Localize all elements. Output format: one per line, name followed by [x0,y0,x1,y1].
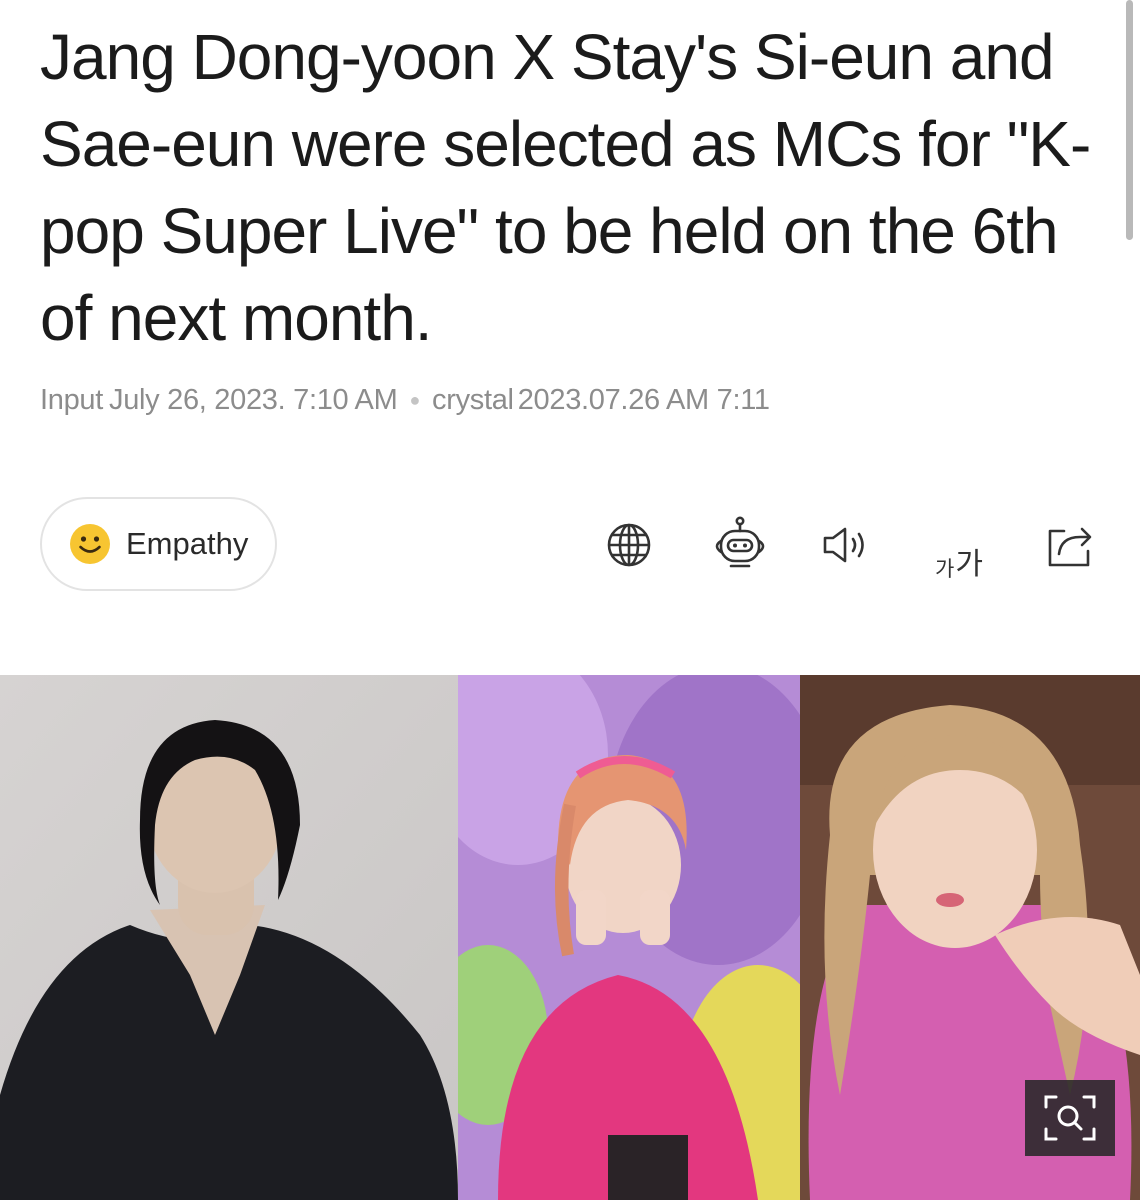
listen-button[interactable] [818,515,876,575]
magnify-icon [1044,1095,1096,1141]
empathy-button[interactable]: Empathy [40,497,277,591]
robot-icon [715,516,765,568]
font-size-big-glyph: 가 [955,547,983,582]
input-label: Input [40,383,103,416]
translate-button[interactable] [599,515,659,575]
updated-date: 2023.07.26 AM 7:11 [517,383,770,416]
photo-panel-jang [0,675,458,1200]
share-button[interactable] [1040,515,1102,575]
input-date: July 26, 2023. 7:10 AM [109,383,398,416]
author-name: crystal [432,383,514,416]
speaker-icon [823,527,864,563]
meta-separator: ● [409,389,421,410]
share-icon [1048,527,1092,567]
article-meta: Input July 26, 2023. 7:10 AM ● crystal 2… [40,380,770,420]
scrollbar[interactable] [1126,0,1133,240]
font-size-small-glyph: 가 [935,557,955,581]
empathy-label: Empathy [126,526,249,561]
article-photo[interactable] [0,675,1140,1200]
font-size-button[interactable]: 가 가 [926,520,992,580]
smiley-icon [70,524,110,564]
article-headline: Jang Dong-yoon X Stay's Si-eun and Sae-e… [40,21,1091,354]
zoom-button[interactable] [1025,1080,1115,1156]
summary-bot-button[interactable] [708,515,772,575]
photo-panel-sieun [458,675,800,1200]
globe-icon [607,523,651,567]
